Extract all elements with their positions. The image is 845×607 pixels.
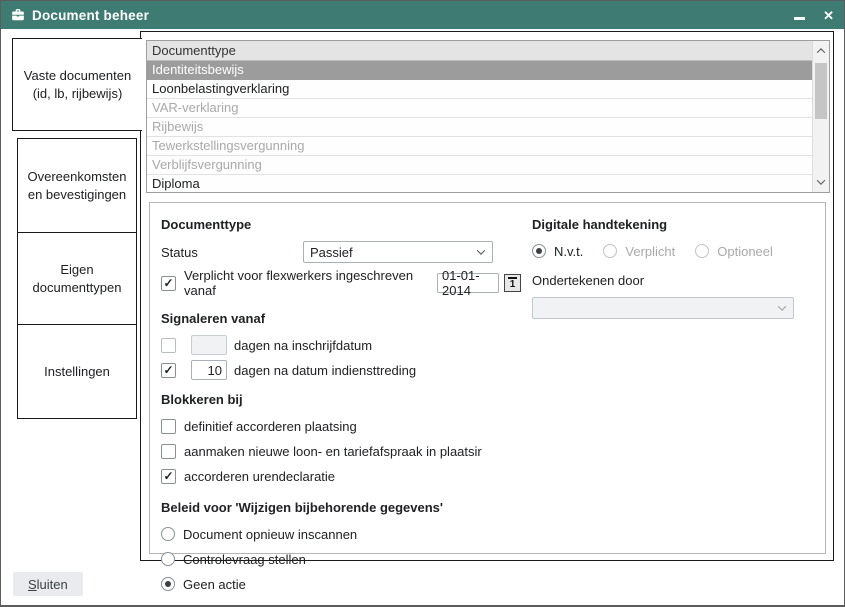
tab-label: (id, lb, rijbewijs) (33, 85, 123, 103)
chevron-up-icon (817, 48, 825, 56)
tab-label: Overeenkomsten (28, 168, 127, 186)
beleid-geen-actie-radio[interactable] (161, 577, 175, 591)
signaleren-inschrijf-label: dagen na inschrijfdatum (234, 338, 372, 353)
beleid-geen-actie-label: Geen actie (183, 577, 246, 592)
tab-vaste-documenten[interactable]: Vaste documenten (id, lb, rijbewijs) (12, 38, 142, 131)
flexwerkers-checkbox[interactable]: ✓ (161, 276, 176, 291)
calendar-icon: 1 (508, 277, 518, 290)
blokkeren-urendeclaratie-label: accorderen urendeclaratie (184, 469, 335, 484)
documenttype-list: Documenttype Identiteitsbewijs Loonbelas… (146, 40, 830, 193)
close-button[interactable]: ✕ (823, 9, 834, 22)
section-heading-digitale-handtekening: Digitale handtekening (532, 217, 812, 232)
chevron-down-icon (477, 246, 485, 254)
tab-label: Eigen (60, 261, 93, 279)
signaleren-indienst-label: dagen na datum indiensttreding (234, 363, 416, 378)
tab-label: documenttypen (33, 279, 122, 297)
ondertekenen-label: Ondertekenen door (532, 273, 644, 288)
list-item-verblijfsvergunning[interactable]: Verblijfsvergunning (147, 156, 812, 175)
signaleren-indienst-checkbox[interactable]: ✓ (161, 363, 176, 378)
tab-label: Instellingen (44, 363, 110, 381)
beleid-controlevraag-label: Controlevraag stellen (183, 552, 306, 567)
document-beheer-window: Document beheer ✕ Vaste documenten (id, … (0, 0, 845, 607)
check-icon: ✓ (163, 364, 173, 376)
tab-instellingen[interactable]: Instellingen (17, 324, 137, 419)
flexwerkers-label: Verplicht voor flexwerkers ingeschreven … (184, 268, 430, 298)
tab-overeenkomsten[interactable]: Overeenkomsten en bevestigingen (17, 138, 137, 233)
status-label: Status (161, 245, 303, 260)
tab-label: en bevestigingen (28, 186, 126, 204)
blokkeren-tariefafspraak-label: aanmaken nieuwe loon- en tariefafspraak … (184, 444, 482, 459)
blokkeren-urendeclaratie-checkbox[interactable]: ✓ (161, 469, 176, 484)
ondertekenen-select[interactable] (532, 297, 794, 319)
section-heading-documenttype: Documenttype (161, 217, 521, 232)
section-heading-beleid: Beleid voor 'Wijzigen bijbehorende gegev… (161, 500, 521, 515)
handtekening-verplicht-radio[interactable] (603, 244, 617, 258)
check-icon: ✓ (163, 470, 173, 482)
beleid-inscannen-label: Document opnieuw inscannen (183, 527, 357, 542)
status-select[interactable]: Passief (303, 241, 493, 263)
sluiten-button[interactable]: Sluiten (13, 572, 83, 596)
check-icon: ✓ (163, 277, 173, 289)
documenttype-form: Documenttype Status Passief ✓ Verplicht … (149, 202, 826, 554)
signaleren-indienst-input[interactable]: 10 (191, 360, 227, 380)
handtekening-nvt-label: N.v.t. (554, 244, 583, 259)
blokkeren-plaatsing-label: definitief accorderen plaatsing (184, 419, 357, 434)
chevron-down-icon (778, 302, 786, 310)
signaleren-inschrijf-input[interactable] (191, 335, 227, 355)
section-heading-signaleren: Signaleren vanaf (161, 311, 521, 326)
handtekening-verplicht-label: Verplicht (625, 244, 675, 259)
section-heading-blokkeren: Blokkeren bij (161, 392, 521, 407)
tab-label: Vaste documenten (24, 67, 131, 85)
blokkeren-tariefafspraak-checkbox[interactable]: ✓ (161, 444, 176, 459)
list-column-header: Documenttype (147, 41, 812, 61)
scrollbar-thumb[interactable] (815, 63, 827, 119)
briefcase-icon (11, 8, 25, 22)
signaleren-inschrijf-checkbox[interactable]: ✓ (161, 338, 176, 353)
beleid-inscannen-radio[interactable] (161, 527, 175, 541)
list-item-identiteitsbewijs[interactable]: Identiteitsbewijs (147, 61, 812, 80)
list-item-var-verklaring[interactable]: VAR-verklaring (147, 99, 812, 118)
handtekening-nvt-radio[interactable] (532, 244, 546, 258)
list-item-loonbelastingverklaring[interactable]: Loonbelastingverklaring (147, 80, 812, 99)
minimize-button[interactable] (794, 9, 805, 22)
scroll-up-button[interactable] (813, 43, 829, 59)
beleid-controlevraag-radio[interactable] (161, 552, 175, 566)
list-item-diploma[interactable]: Diploma (147, 175, 812, 193)
list-scrollbar[interactable] (812, 41, 829, 192)
flexwerkers-date-input[interactable]: 01-01-2014 (437, 273, 499, 293)
handtekening-optioneel-label: Optioneel (717, 244, 773, 259)
chevron-down-icon (817, 176, 825, 184)
calendar-button[interactable]: 1 (504, 274, 521, 292)
handtekening-optioneel-radio[interactable] (695, 244, 709, 258)
scroll-down-button[interactable] (813, 174, 829, 190)
status-select-value: Passief (310, 245, 353, 260)
minimize-icon (794, 17, 805, 20)
tab-content-panel: Documenttype Identiteitsbewijs Loonbelas… (140, 31, 834, 561)
window-title: Document beheer (32, 8, 149, 23)
list-item-rijbewijs[interactable]: Rijbewijs (147, 118, 812, 137)
titlebar: Document beheer ✕ (1, 1, 844, 29)
blokkeren-plaatsing-checkbox[interactable]: ✓ (161, 419, 176, 434)
window-body: Vaste documenten (id, lb, rijbewijs) Ove… (1, 29, 844, 605)
tab-eigen-documenttypen[interactable]: Eigen documenttypen (17, 232, 137, 325)
list-item-tewerkstellingsvergunning[interactable]: Tewerkstellingsvergunning (147, 137, 812, 156)
